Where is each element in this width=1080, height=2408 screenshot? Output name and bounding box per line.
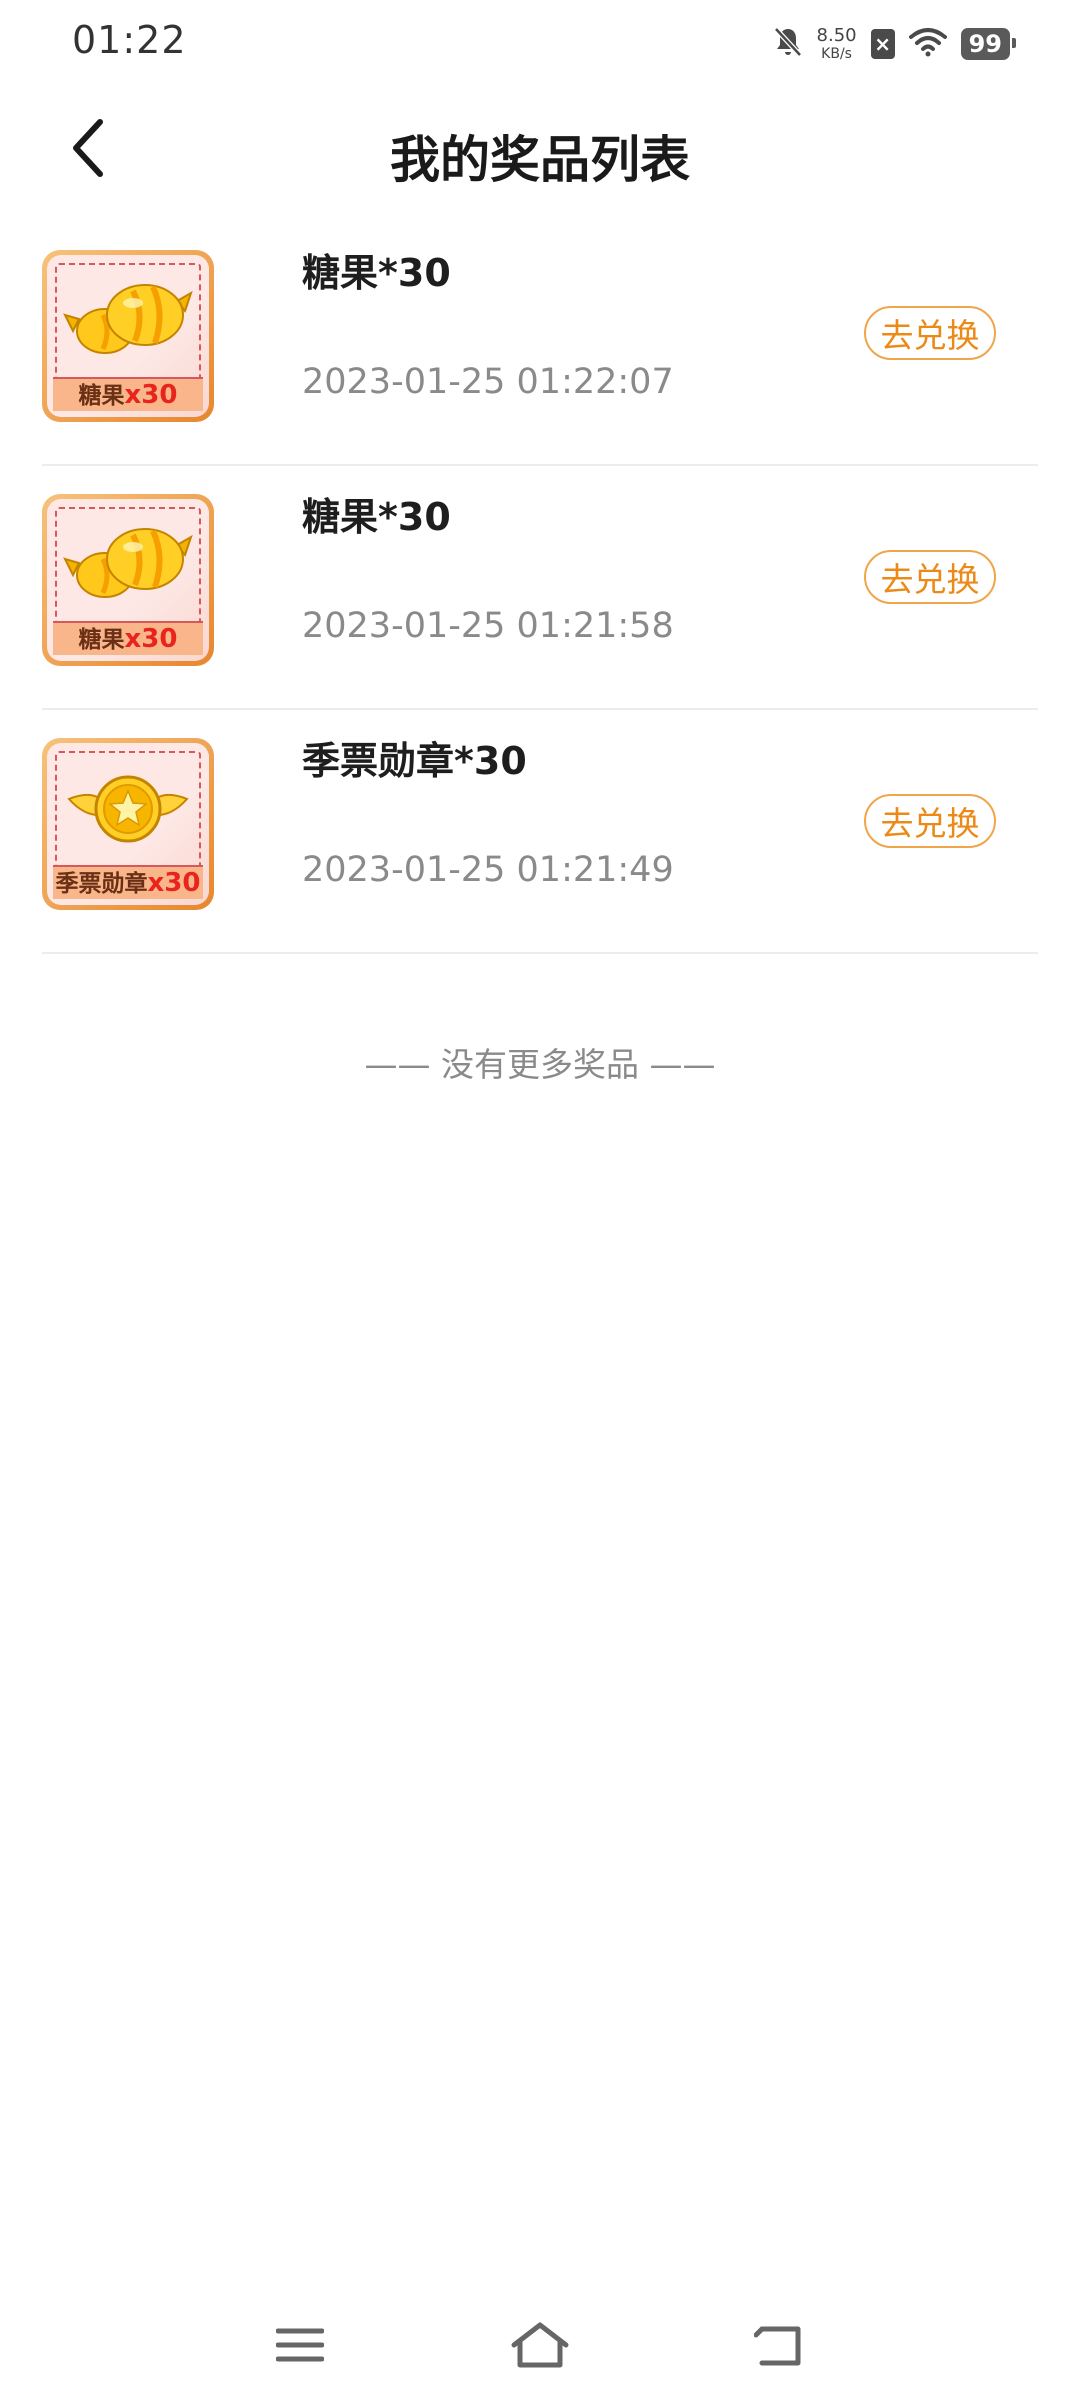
redeem-button[interactable]: 去兑换	[864, 306, 996, 360]
home-icon	[511, 2322, 569, 2368]
wifi-icon	[908, 27, 947, 61]
system-nav-bar	[0, 2290, 1080, 2390]
page-title: 我的奖品列表	[390, 131, 690, 189]
thumbnail-label: 糖果x30	[53, 621, 203, 655]
menu-button[interactable]	[260, 2310, 340, 2380]
no-sim-icon: ×	[870, 29, 895, 59]
prize-thumbnail: 糖果x30	[42, 250, 214, 422]
end-of-list-note: —— 没有更多奖品 ——	[364, 1045, 716, 1084]
thumbnail-label: 季票勋章x30	[53, 865, 203, 899]
prize-name: 糖果*30	[302, 495, 451, 539]
redeem-button[interactable]: 去兑换	[864, 794, 996, 848]
menu-icon	[276, 2328, 324, 2362]
prize-thumbnail: 季票勋章x30	[42, 738, 214, 910]
status-bar: 01:22 8.50 KB/s × 99	[0, 0, 1080, 84]
list-item: 糖果x30 糖果*30 2023-01-25 01:21:58 去兑换	[42, 466, 1038, 710]
bell-muted-icon	[773, 26, 803, 62]
back-nav-button[interactable]	[740, 2310, 820, 2380]
battery-level: 99	[960, 27, 1017, 61]
app-header: 我的奖品列表	[0, 90, 1080, 210]
prize-thumbnail: 糖果x30	[42, 494, 214, 666]
status-time: 01:22	[72, 18, 187, 62]
prize-timestamp: 2023-01-25 01:22:07	[302, 362, 674, 402]
candy-icon	[63, 528, 193, 598]
prize-list: 糖果x30 糖果*30 2023-01-25 01:22:07 去兑换 糖果x3…	[42, 222, 1038, 954]
prize-timestamp: 2023-01-25 01:21:49	[302, 850, 674, 890]
prize-timestamp: 2023-01-25 01:21:58	[302, 606, 674, 646]
return-icon	[754, 2326, 801, 2366]
home-button[interactable]	[500, 2310, 580, 2380]
network-speed: 8.50 KB/s	[816, 25, 857, 62]
candy-icon	[63, 284, 193, 354]
redeem-button[interactable]: 去兑换	[864, 550, 996, 604]
thumbnail-label: 糖果x30	[53, 377, 203, 411]
list-item: 糖果x30 糖果*30 2023-01-25 01:22:07 去兑换	[42, 222, 1038, 466]
status-icons: 8.50 KB/s × 99	[773, 22, 1017, 66]
star-medal-icon	[67, 775, 189, 843]
list-item: 季票勋章x30 季票勋章*30 2023-01-25 01:21:49 去兑换	[42, 710, 1038, 954]
prize-name: 季票勋章*30	[302, 739, 527, 783]
prize-name: 糖果*30	[302, 251, 451, 295]
